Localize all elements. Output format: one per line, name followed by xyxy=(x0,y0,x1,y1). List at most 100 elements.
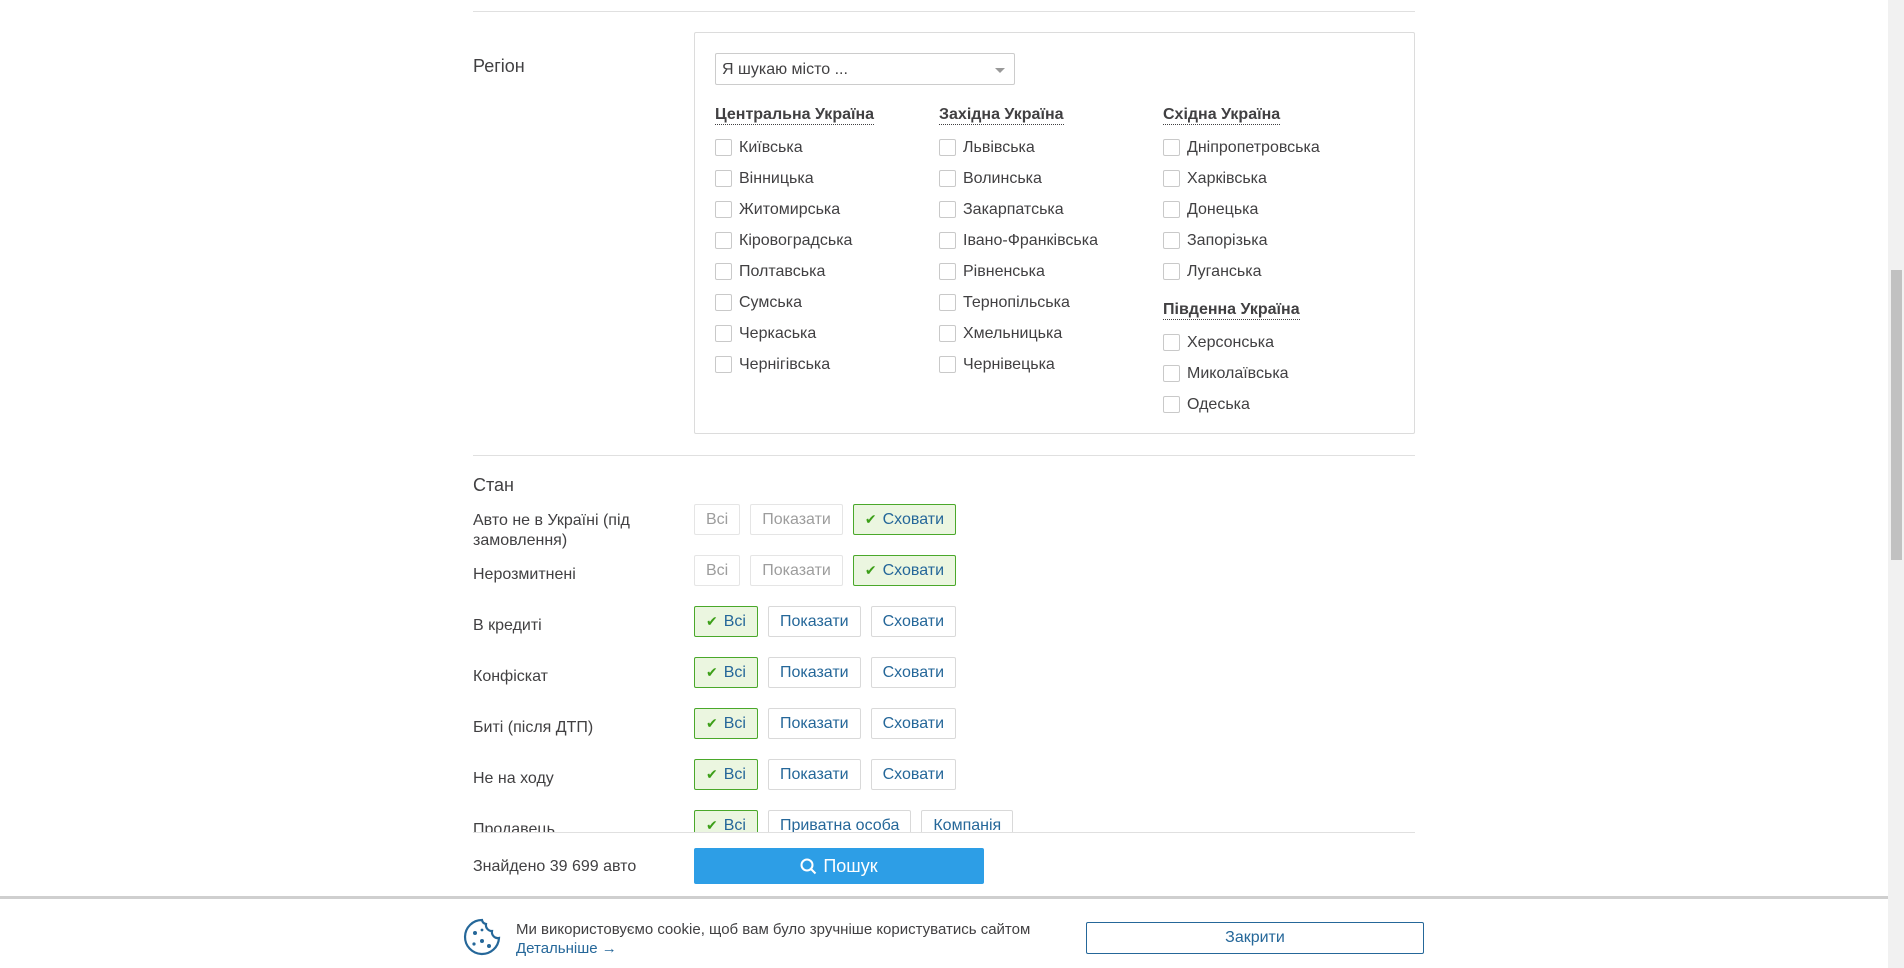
check-icon: ✔ xyxy=(706,613,718,629)
state-option-button[interactable]: Всі xyxy=(694,504,741,535)
state-option-button[interactable]: Показати xyxy=(767,657,861,688)
region-checkbox[interactable] xyxy=(1163,365,1180,382)
state-option-button[interactable]: Показати xyxy=(750,504,843,535)
region-checkbox-row[interactable]: Закарпатська xyxy=(939,194,1098,225)
state-option-button[interactable]: ✔ Всі xyxy=(694,759,758,790)
region-checkbox[interactable] xyxy=(1163,396,1180,413)
region-checkbox-row[interactable]: Івано-Франківська xyxy=(939,225,1098,256)
region-checkbox-row[interactable]: Рівненська xyxy=(939,256,1098,287)
state-option-label: Сховати xyxy=(882,612,944,630)
state-option-button[interactable]: Показати xyxy=(767,606,861,637)
region-checkbox-row[interactable]: Хмельницька xyxy=(939,318,1098,349)
region-checkbox[interactable] xyxy=(1163,201,1180,218)
state-option-button[interactable]: ✔ Всі xyxy=(694,606,758,637)
region-checkbox[interactable] xyxy=(1163,139,1180,156)
region-checkbox[interactable] xyxy=(939,232,956,249)
state-option-label: Показати xyxy=(779,663,849,681)
region-checkbox[interactable] xyxy=(1163,263,1180,280)
state-option-label: Сховати xyxy=(882,714,944,732)
state-option-label: Показати xyxy=(762,561,831,579)
region-checkbox[interactable] xyxy=(939,294,956,311)
region-checkbox[interactable] xyxy=(715,139,732,156)
scrollbar[interactable] xyxy=(1888,0,1904,968)
region-checkbox[interactable] xyxy=(1163,232,1180,249)
chevron-down-icon xyxy=(995,68,1005,73)
region-checkbox[interactable] xyxy=(1163,170,1180,187)
region-checkbox-row[interactable]: Луганська xyxy=(1163,256,1320,287)
region-checkbox-label: Волинська xyxy=(963,169,1042,187)
region-checkbox[interactable] xyxy=(939,170,956,187)
region-checkbox-row[interactable]: Львівська xyxy=(939,132,1098,163)
region-group-title: Південна Україна xyxy=(1163,301,1300,320)
state-option-button[interactable]: Сховати xyxy=(870,708,956,739)
state-option-button[interactable]: Показати xyxy=(767,708,861,739)
cookie-details-link[interactable]: Детальніше → xyxy=(516,940,617,957)
state-option-button[interactable]: Сховати xyxy=(870,759,956,790)
state-filter-label: Конфіскат xyxy=(473,668,548,685)
region-checkbox-row[interactable]: Сумська xyxy=(715,287,874,318)
region-checkbox[interactable] xyxy=(939,263,956,280)
region-checkbox[interactable] xyxy=(715,170,732,187)
region-checkbox-row[interactable]: Тернопільська xyxy=(939,287,1098,318)
region-checkbox-row[interactable]: Чернігівська xyxy=(715,349,874,380)
region-checkbox[interactable] xyxy=(715,232,732,249)
region-checkbox-label: Запорізька xyxy=(1187,231,1268,249)
state-option-button[interactable]: Сховати xyxy=(870,606,956,637)
state-option-button[interactable]: Сховати xyxy=(870,657,956,688)
region-checkbox-label: Сумська xyxy=(739,293,802,311)
region-checkbox-row[interactable]: Дніпропетровська xyxy=(1163,132,1320,163)
state-option-label: Всі xyxy=(723,714,746,732)
state-filter-label: Биті (після ДТП) xyxy=(473,719,594,736)
region-checkbox-label: Тернопільська xyxy=(963,293,1070,311)
state-option-button[interactable]: ✔ Сховати xyxy=(852,555,956,586)
region-checkbox-row[interactable]: Одеська xyxy=(1163,389,1300,420)
region-checkbox-label: Івано-Франківська xyxy=(963,231,1098,249)
region-checkbox-row[interactable]: Кіровоградська xyxy=(715,225,874,256)
state-option-button[interactable]: ✔ Всі xyxy=(694,708,758,739)
divider xyxy=(473,455,1415,456)
region-checkbox[interactable] xyxy=(715,201,732,218)
region-checkbox[interactable] xyxy=(715,294,732,311)
check-icon: ✔ xyxy=(864,511,877,527)
region-checkbox[interactable] xyxy=(715,356,732,373)
region-checkbox-label: Луганська xyxy=(1187,262,1262,280)
region-checkbox[interactable] xyxy=(939,201,956,218)
region-checkbox-row[interactable]: Житомирська xyxy=(715,194,874,225)
state-filter-label: Не на ходу xyxy=(473,770,554,787)
region-checkbox-label: Хмельницька xyxy=(963,324,1063,342)
region-checkbox[interactable] xyxy=(1163,334,1180,351)
region-checkbox-row[interactable]: Вінницька xyxy=(715,163,874,194)
region-checkbox-row[interactable]: Волинська xyxy=(939,163,1098,194)
region-checkbox[interactable] xyxy=(939,325,956,342)
region-checkbox-label: Чернівецька xyxy=(963,355,1055,373)
region-checkbox-label: Черкаська xyxy=(739,324,817,342)
state-option-button[interactable]: Показати xyxy=(750,555,843,586)
region-checkbox-row[interactable]: Херсонська xyxy=(1163,327,1300,358)
region-checkbox[interactable] xyxy=(715,325,732,342)
check-icon: ✔ xyxy=(706,664,718,680)
cookie-close-button[interactable]: Закрити xyxy=(1086,922,1424,954)
region-checkbox-row[interactable]: Запорізька xyxy=(1163,225,1320,256)
region-checkbox-label: Чернігівська xyxy=(739,355,831,373)
scrollbar-thumb[interactable] xyxy=(1891,270,1902,560)
region-checkbox-row[interactable]: Черкаська xyxy=(715,318,874,349)
region-checkbox-row[interactable]: Донецька xyxy=(1163,194,1320,225)
region-checkbox-label: Кіровоградська xyxy=(739,231,853,249)
cookie-icon xyxy=(463,918,501,956)
region-checkbox[interactable] xyxy=(939,139,956,156)
state-option-button[interactable]: Показати xyxy=(767,759,861,790)
region-checkbox-row[interactable]: Миколаївська xyxy=(1163,358,1300,389)
region-checkbox-row[interactable]: Полтавська xyxy=(715,256,874,287)
region-checkbox-row[interactable]: Київська xyxy=(715,132,874,163)
region-checkbox[interactable] xyxy=(715,263,732,280)
state-option-button[interactable]: ✔ Всі xyxy=(694,657,758,688)
region-checkbox-row[interactable]: Чернівецька xyxy=(939,349,1098,380)
region-checkbox-row[interactable]: Харківська xyxy=(1163,163,1320,194)
state-option-label: Всі xyxy=(706,510,729,528)
city-select[interactable]: Я шукаю місто ... xyxy=(715,53,1015,85)
state-option-button[interactable]: ✔ Сховати xyxy=(852,504,956,535)
state-option-label: Показати xyxy=(762,510,831,528)
search-button[interactable]: Пошук xyxy=(694,848,984,884)
region-checkbox[interactable] xyxy=(939,356,956,373)
state-option-button[interactable]: Всі xyxy=(694,555,741,586)
